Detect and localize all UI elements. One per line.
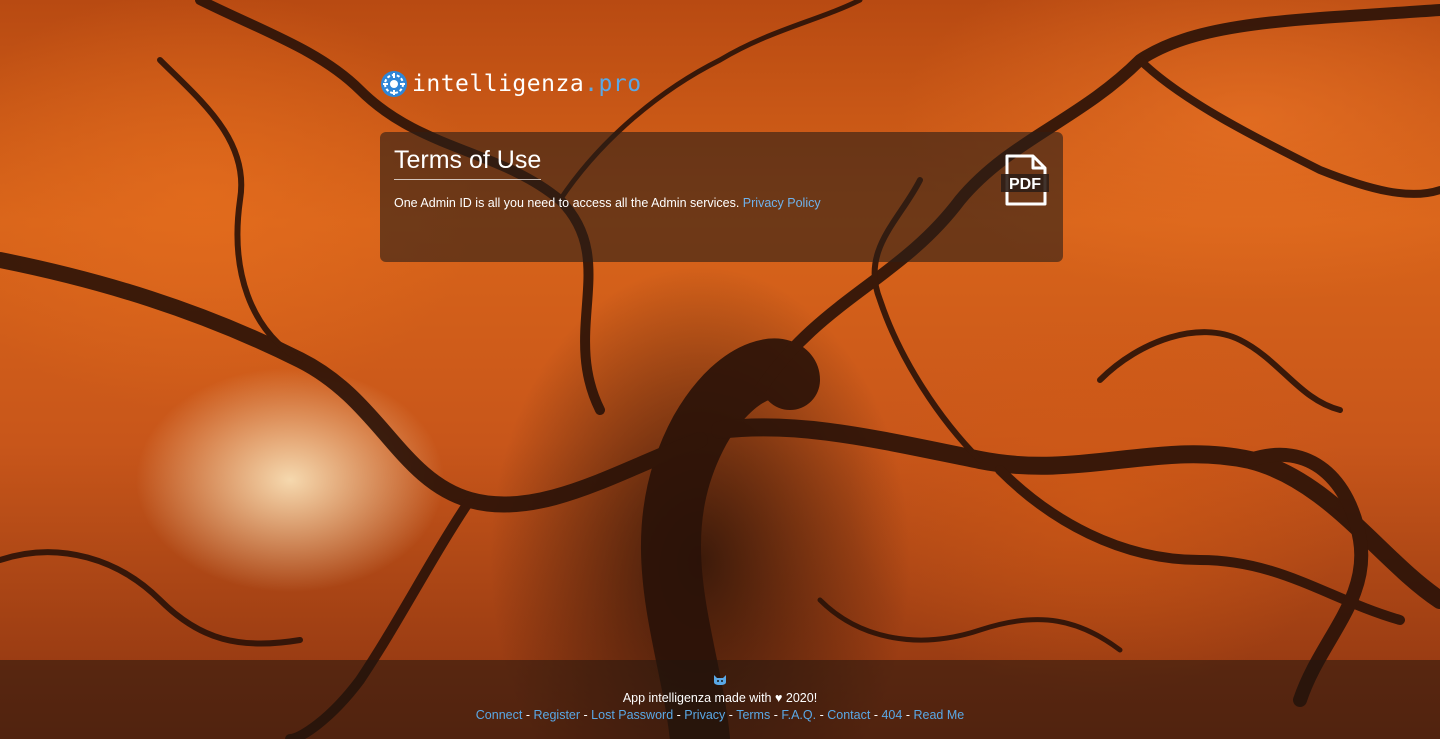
footer-separator: -	[728, 708, 733, 722]
footer-credit-text: App intelligenza made with	[622, 691, 772, 705]
footer-link-register[interactable]: Register	[533, 708, 580, 722]
footer-separator: -	[819, 708, 824, 722]
background-tree-image	[0, 0, 1440, 739]
footer-link-contact[interactable]: Contact	[827, 708, 870, 722]
footer-link-lost-password[interactable]: Lost Password	[591, 708, 673, 722]
page-title: Terms of Use	[394, 146, 542, 180]
footer-link-terms[interactable]: Terms	[736, 708, 770, 722]
brand-name-main: intelligenza	[412, 71, 585, 97]
terms-text: One Admin ID is all you need to access a…	[394, 196, 740, 210]
footer-separator: -	[873, 708, 878, 722]
footer: App intelligenza made with ♥ 2020! Conne…	[0, 660, 1440, 739]
pdf-icon[interactable]: PDF	[999, 154, 1051, 206]
footer-link-privacy[interactable]: Privacy	[684, 708, 725, 722]
brand-name: intelligenza.pro	[412, 71, 642, 97]
footer-separator: -	[525, 708, 530, 722]
footer-credit: App intelligenza made with ♥ 2020!	[0, 690, 1440, 706]
footer-separator: -	[676, 708, 681, 722]
footer-link-404[interactable]: 404	[881, 708, 902, 722]
terms-card: Terms of Use One Admin ID is all you nee…	[380, 132, 1063, 262]
gear-logo-icon	[381, 71, 407, 97]
footer-links: Connect - Register - Lost Password - Pri…	[0, 707, 1440, 723]
footer-link-read-me[interactable]: Read Me	[913, 708, 964, 722]
footer-separator: -	[583, 708, 588, 722]
svg-text:PDF: PDF	[1009, 176, 1041, 193]
terms-description: One Admin ID is all you need to access a…	[394, 196, 1049, 210]
cat-icon[interactable]	[713, 674, 727, 686]
footer-link-connect[interactable]: Connect	[476, 708, 523, 722]
footer-link-faq[interactable]: F.A.Q.	[781, 708, 816, 722]
privacy-policy-link[interactable]: Privacy Policy	[743, 196, 821, 210]
heart-icon: ♥	[775, 691, 783, 705]
footer-separator: -	[905, 708, 910, 722]
footer-year: 2020!	[785, 691, 818, 705]
brand-tld: .pro	[584, 71, 642, 97]
brand-logo[interactable]: intelligenza.pro	[380, 70, 642, 98]
footer-separator: -	[773, 708, 778, 722]
